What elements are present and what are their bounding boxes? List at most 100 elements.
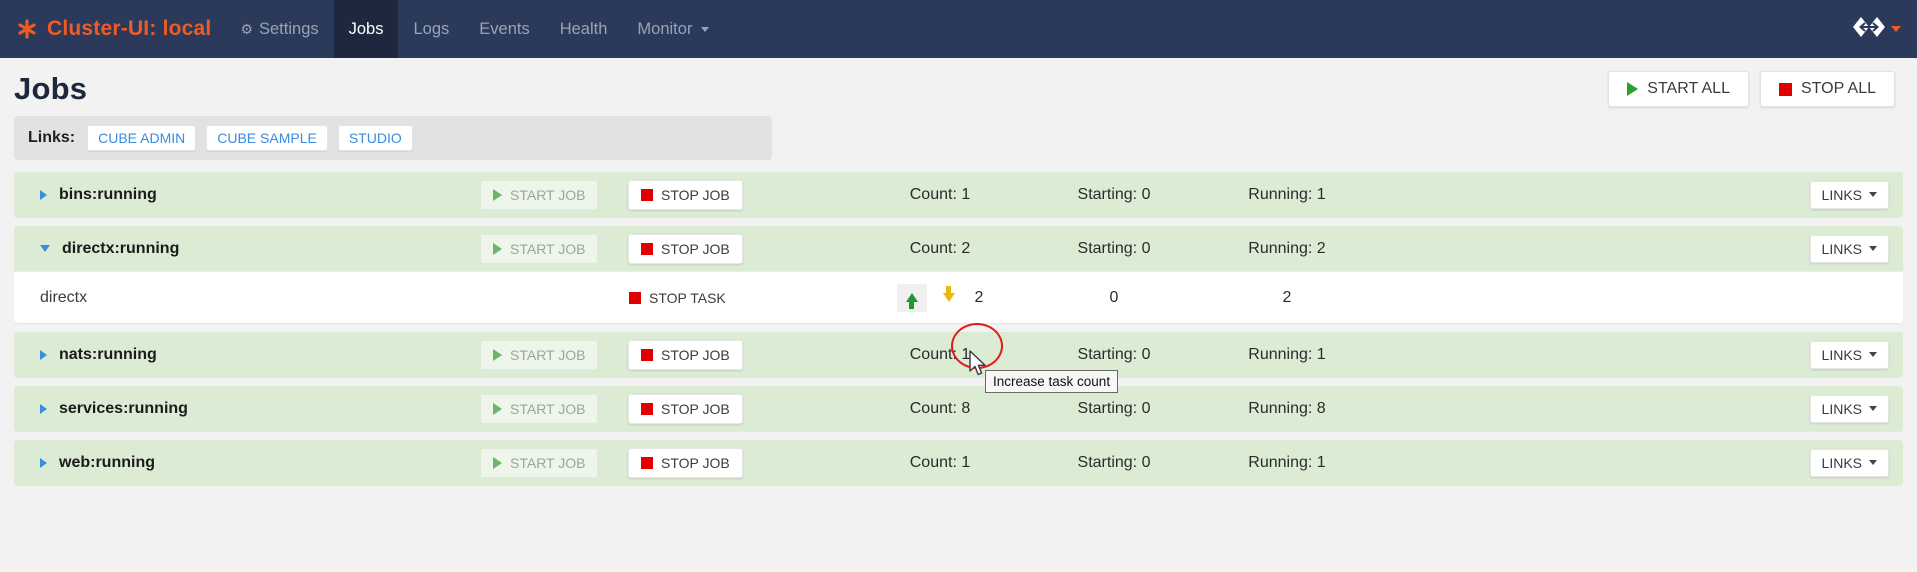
navbar-user-menu[interactable]: [1852, 0, 1917, 58]
start-job-button[interactable]: START JOB: [480, 233, 599, 264]
job-stop-cell: STOP JOB: [628, 393, 846, 424]
play-triangle-icon: [493, 188, 502, 201]
stop-job-button[interactable]: STOP JOB: [628, 393, 743, 424]
job-links-cell: LINKS: [1809, 448, 1889, 477]
nav-item-monitor[interactable]: Monitor: [622, 0, 724, 58]
job-links-dropdown[interactable]: LINKS: [1809, 394, 1889, 423]
stop-square-icon: [641, 456, 653, 469]
page-actions: START ALL STOP ALL: [1608, 71, 1895, 107]
job-count-value: Count: 2: [909, 239, 971, 257]
job-starting-value: Starting: 0: [1077, 185, 1151, 203]
decrease-task-count-button[interactable]: [934, 284, 964, 312]
job-links-dropdown[interactable]: LINKS: [1809, 448, 1889, 477]
job-card: nats:running START JOB STOP JOB Count: 1…: [14, 332, 1903, 377]
job-start-cell: START JOB: [480, 179, 628, 210]
job-starting-value: Starting: 0: [1077, 453, 1151, 471]
chevron-right-icon[interactable]: [40, 457, 47, 468]
start-job-button[interactable]: START JOB: [480, 393, 599, 424]
stop-job-label: STOP JOB: [661, 240, 730, 257]
start-job-button[interactable]: START JOB: [480, 179, 599, 210]
chevron-down-icon: [1869, 352, 1877, 357]
arrow-down-icon: [942, 286, 955, 302]
chevron-down-icon: [1891, 26, 1901, 32]
brand-title: Cluster-UI: local: [47, 17, 212, 40]
nav-item-settings[interactable]: ⚙ Settings: [225, 0, 333, 58]
stop-job-button[interactable]: STOP JOB: [628, 233, 743, 264]
link-button-cube-sample[interactable]: CUBE SAMPLE: [206, 125, 328, 151]
job-starting-value: Starting: 0: [1077, 399, 1151, 417]
chevron-down-icon: [1869, 406, 1877, 411]
job-row-bins[interactable]: bins:running START JOB STOP JOB Count: 1…: [14, 172, 1903, 217]
play-triangle-icon: [493, 456, 502, 469]
task-stop-cell: STOP TASK: [628, 283, 846, 313]
job-links-dropdown[interactable]: LINKS: [1809, 234, 1889, 263]
start-all-label: START ALL: [1647, 80, 1730, 97]
link-button-studio[interactable]: STUDIO: [337, 125, 413, 151]
job-name-cell: web:running: [40, 454, 480, 472]
stop-job-button[interactable]: STOP JOB: [628, 447, 743, 478]
job-start-cell: START JOB: [480, 339, 628, 370]
start-job-label: START JOB: [510, 400, 586, 417]
chevron-right-icon[interactable]: [40, 403, 47, 414]
start-job-label: START JOB: [510, 454, 586, 471]
nav-item-logs[interactable]: Logs: [398, 0, 464, 58]
page-header: Jobs START ALL STOP ALL: [0, 58, 1917, 110]
job-links-label: LINKS: [1821, 400, 1862, 417]
job-row-nats[interactable]: nats:running START JOB STOP JOB Count: 1…: [14, 332, 1903, 377]
stop-job-button[interactable]: STOP JOB: [628, 179, 743, 210]
job-count-value: Count: 8: [909, 399, 971, 417]
job-links-dropdown[interactable]: LINKS: [1809, 340, 1889, 369]
job-running-value: Running: 1: [1248, 185, 1326, 203]
links-bar-label: Links:: [28, 129, 76, 146]
stop-job-label: STOP JOB: [661, 186, 730, 203]
stop-square-icon: [1778, 82, 1792, 96]
job-name-cell: bins:running: [40, 186, 480, 204]
stop-square-icon: [629, 291, 641, 304]
start-job-button[interactable]: START JOB: [480, 339, 599, 370]
job-running-value: Running: 8: [1248, 399, 1326, 417]
job-count-value: Count: 1: [909, 345, 971, 363]
links-bar: Links: CUBE ADMIN CUBE SAMPLE STUDIO: [14, 116, 772, 160]
nav-item-jobs[interactable]: Jobs: [333, 0, 399, 58]
chevron-down-icon[interactable]: [40, 245, 50, 252]
chevron-right-icon[interactable]: [40, 189, 47, 200]
nav-item-events[interactable]: Events: [464, 0, 544, 58]
nav-item-health[interactable]: Health: [545, 0, 623, 58]
stop-task-button[interactable]: STOP TASK: [628, 283, 739, 313]
gear-icon: ⚙: [240, 20, 253, 37]
start-job-label: START JOB: [510, 346, 586, 363]
start-job-button[interactable]: START JOB: [480, 447, 599, 478]
chevron-right-icon[interactable]: [40, 349, 47, 360]
task-running-value: 2: [1282, 288, 1292, 306]
brand[interactable]: Cluster-UI: local: [0, 0, 225, 58]
job-name-cell: services:running: [40, 400, 480, 418]
link-button-cube-admin[interactable]: CUBE ADMIN: [87, 125, 197, 151]
task-name-cell: directx: [40, 289, 480, 307]
stop-job-button[interactable]: STOP JOB: [628, 339, 743, 370]
start-job-label: START JOB: [510, 240, 586, 257]
job-running-value: Running: 1: [1248, 453, 1326, 471]
job-starting-value: Starting: 0: [1077, 239, 1151, 257]
stop-all-button[interactable]: STOP ALL: [1759, 71, 1895, 107]
job-links-dropdown[interactable]: LINKS: [1809, 180, 1889, 209]
play-triangle-icon: [1627, 82, 1639, 96]
job-links-cell: LINKS: [1809, 394, 1889, 423]
start-all-button[interactable]: START ALL: [1608, 71, 1749, 107]
task-row-directx: directx STOP TASK 2 0 2: [14, 271, 1903, 323]
job-stop-cell: STOP JOB: [628, 447, 846, 478]
job-stop-cell: STOP JOB: [628, 233, 846, 264]
increase-task-count-button[interactable]: [896, 283, 927, 312]
stop-job-label: STOP JOB: [661, 454, 730, 471]
stop-square-icon: [641, 188, 653, 201]
arrow-up-icon: [905, 293, 918, 309]
job-row-services[interactable]: services:running START JOB STOP JOB Coun…: [14, 386, 1903, 431]
job-name-label: web:running: [59, 453, 155, 471]
job-row-directx[interactable]: directx:running START JOB STOP JOB Count…: [14, 226, 1903, 271]
job-links-label: LINKS: [1821, 346, 1862, 363]
job-row-web[interactable]: web:running START JOB STOP JOB Count: 1 …: [14, 440, 1903, 485]
job-count-value: Count: 1: [909, 453, 971, 471]
play-triangle-icon: [493, 402, 502, 415]
exchange-arrows-icon: [1852, 16, 1886, 43]
chevron-down-icon: [701, 26, 710, 32]
chevron-down-icon: [1869, 460, 1877, 465]
